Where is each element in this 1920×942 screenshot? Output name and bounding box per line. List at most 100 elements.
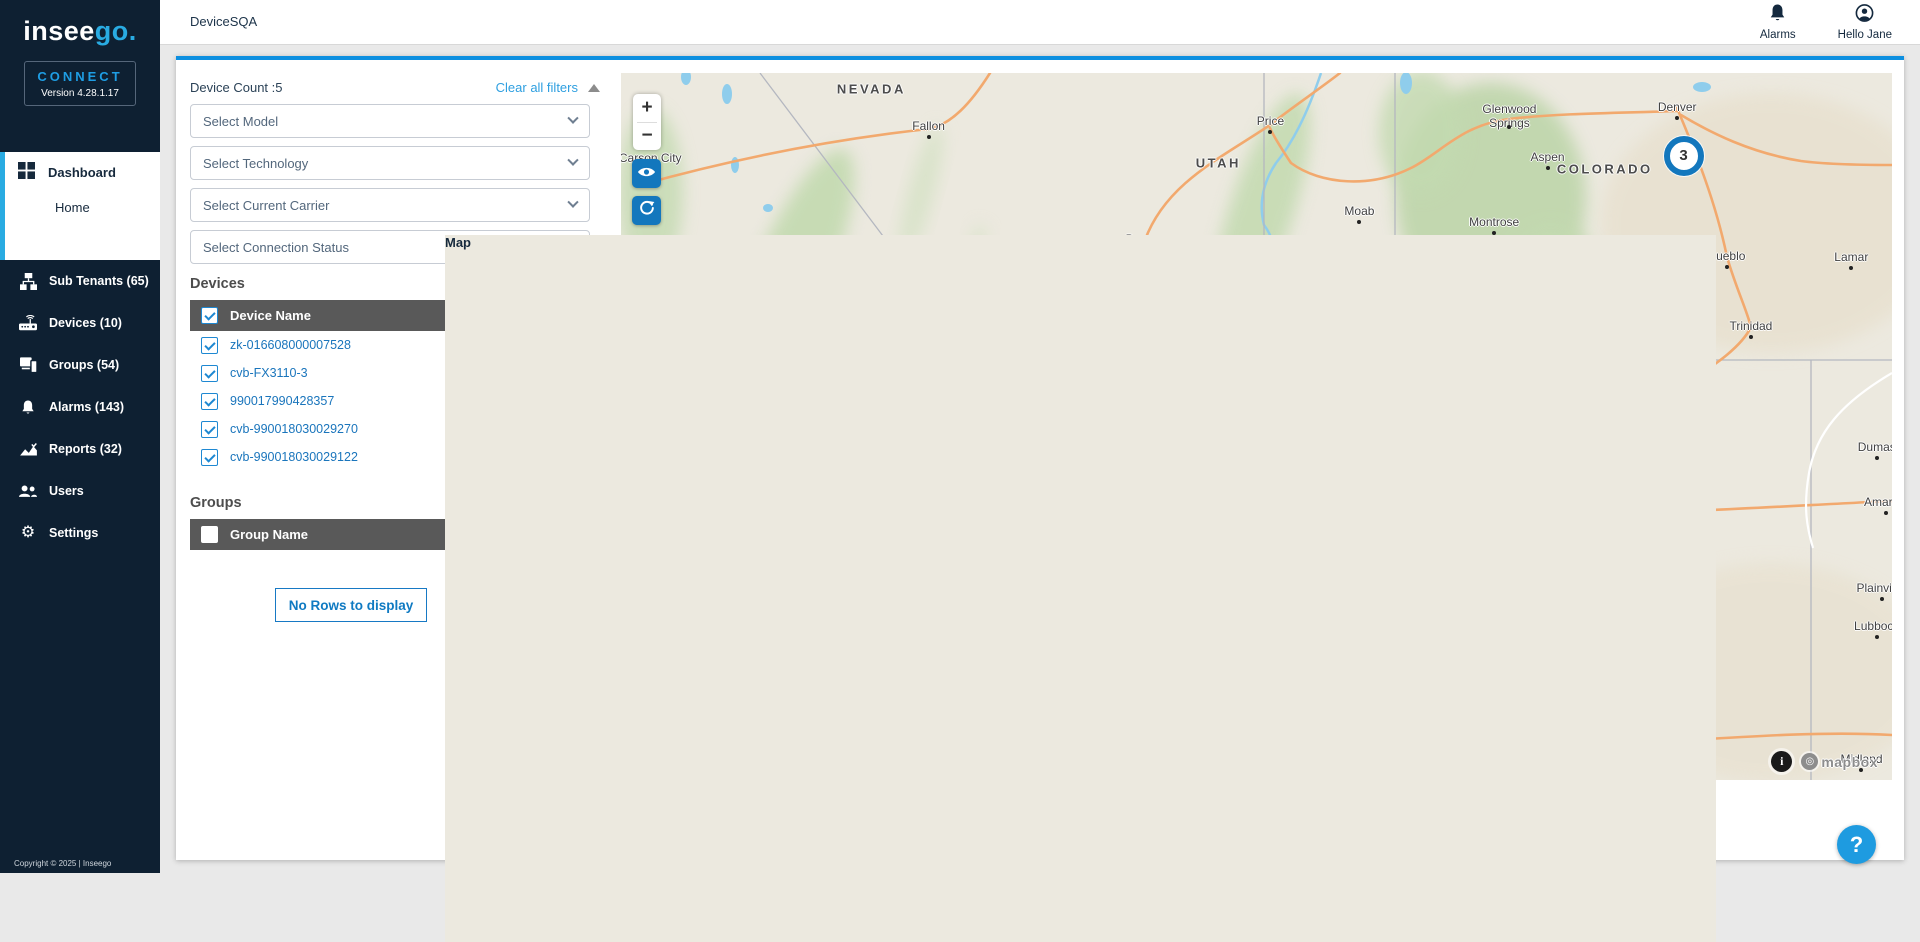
sidebar-item-home[interactable]: Home	[55, 200, 90, 215]
device-count-label: Device Count :5	[190, 80, 283, 95]
alarms-button[interactable]: Alarms	[1760, 4, 1796, 41]
city-dot	[1880, 597, 1884, 601]
sidebar-item-label: Sub Tenants (65)	[49, 274, 149, 288]
chart-icon	[17, 442, 39, 456]
city-dot	[927, 135, 931, 139]
device-checkbox[interactable]	[201, 421, 218, 438]
select-placeholder: Select Model	[203, 114, 278, 129]
device-name-link[interactable]: 990017990428357	[230, 394, 334, 408]
city-label: Trinidad	[1729, 320, 1772, 334]
city-label: Moab	[1344, 205, 1374, 219]
connect-version-badge: CONNECT Version 4.28.1.17	[24, 61, 136, 106]
city-dot	[1725, 265, 1729, 269]
sidebar-item-label: Settings	[49, 526, 98, 540]
sidebar-item-label: Devices (10)	[49, 316, 122, 330]
inseego-logo: inseego.	[0, 16, 160, 47]
sidebar-item-label: Reports (32)	[49, 442, 122, 456]
zoom-out-button[interactable]: −	[633, 122, 661, 150]
city-dot	[1268, 130, 1272, 134]
city-dot	[1849, 266, 1853, 270]
city-dot	[1875, 635, 1879, 639]
city-dot	[1507, 125, 1511, 129]
dashboard-grid-icon	[18, 162, 35, 182]
device-checkbox[interactable]	[201, 393, 218, 410]
sidebar-item-alarms[interactable]: Alarms (143)	[0, 386, 160, 428]
city-label: Lubbock	[1854, 620, 1892, 634]
attribution-info-icon[interactable]: i	[1771, 751, 1792, 772]
city-dot	[1546, 166, 1550, 170]
sidebar-item-devices[interactable]: Devices (10)	[0, 302, 160, 344]
devices-group-icon	[17, 357, 39, 373]
city-dot	[1875, 456, 1879, 460]
no-rows-message: No Rows to display	[275, 588, 427, 622]
city-dot	[1357, 220, 1361, 224]
device-name-link[interactable]: zk-016608000007528	[230, 338, 351, 352]
sidebar-item-sub-tenants[interactable]: Sub Tenants (65)	[0, 260, 160, 302]
top-bar: DeviceSQA Alarms Hello Jane	[160, 0, 1920, 45]
select-model[interactable]: Select Model	[190, 104, 590, 138]
device-name-link[interactable]: cvb-990018030029122	[230, 450, 358, 464]
mapbox-pin-icon: ◎	[1801, 753, 1818, 770]
active-indicator-bar	[0, 152, 5, 260]
device-name-link[interactable]: cvb-FX3110-3	[230, 366, 308, 380]
state-label: COLORADO	[1557, 162, 1653, 177]
refresh-map-button[interactable]	[632, 196, 661, 225]
state-label: UTAH	[1196, 155, 1241, 170]
collapse-filters-icon[interactable]	[588, 84, 600, 92]
select-all-devices-checkbox[interactable]	[201, 307, 218, 324]
city-label: Montrose	[1469, 216, 1519, 230]
help-button[interactable]: ?	[1837, 825, 1876, 864]
map-zoom-control: + −	[633, 94, 661, 150]
select-current-carrier[interactable]: Select Current Carrier	[190, 188, 590, 222]
gear-icon: ⚙	[17, 525, 39, 541]
sidebar-item-users[interactable]: Users	[0, 470, 160, 512]
bell-icon	[1768, 4, 1787, 27]
zoom-in-button[interactable]: +	[633, 94, 661, 122]
city-label: Dumas	[1858, 441, 1892, 455]
user-label: Hello Jane	[1838, 29, 1892, 41]
copyright-text: Copyright © 2025 | Inseego	[14, 859, 111, 868]
sidebar-item-groups[interactable]: Groups (54)	[0, 344, 160, 386]
city-label: Denver	[1658, 101, 1697, 115]
select-placeholder: Select Technology	[203, 156, 308, 171]
sidebar-item-dashboard[interactable]: Dashboard	[18, 162, 116, 182]
sidebar-item-settings[interactable]: ⚙ Settings	[0, 512, 160, 554]
city-dot	[1749, 335, 1753, 339]
alarms-label: Alarms	[1760, 29, 1796, 41]
device-checkbox[interactable]	[201, 365, 218, 382]
card-accent-line	[176, 56, 1904, 60]
sidebar-item-map[interactable]: Map	[445, 235, 1716, 942]
bell-icon	[17, 400, 39, 415]
sidebar-item-reports[interactable]: Reports (32)	[0, 428, 160, 470]
device-name-link[interactable]: cvb-990018030029270	[230, 422, 358, 436]
users-icon	[17, 485, 39, 498]
sidebar: inseego. CONNECT Version 4.28.1.17 Dashb…	[0, 0, 160, 873]
city-label: Price	[1257, 115, 1284, 129]
dashboard-nav-section: Dashboard Home Map	[0, 152, 160, 260]
router-icon	[17, 315, 39, 331]
device-checkbox[interactable]	[201, 449, 218, 466]
toggle-visibility-button[interactable]	[632, 159, 661, 188]
select-technology[interactable]: Select Technology	[190, 146, 590, 180]
version-label: Version 4.28.1.17	[29, 88, 131, 99]
chevron-down-icon	[567, 197, 578, 208]
device-checkbox[interactable]	[201, 337, 218, 354]
user-menu-button[interactable]: Hello Jane	[1838, 4, 1892, 41]
refresh-icon	[639, 200, 655, 221]
sidebar-item-label: Users	[49, 484, 84, 498]
tenant-name: DeviceSQA	[190, 14, 257, 29]
city-label: Amarillo	[1864, 496, 1892, 510]
eye-icon	[637, 165, 656, 183]
dashboard-label: Dashboard	[48, 165, 116, 180]
sidebar-nav: Sub Tenants (65) Devices (10) Groups (54) A…	[0, 260, 160, 554]
state-label: NEVADA	[837, 82, 906, 97]
sidebar-item-label: Alarms (143)	[49, 400, 124, 414]
mapbox-logo[interactable]: ◎ mapbox	[1801, 753, 1878, 770]
connect-label: CONNECT	[29, 69, 131, 84]
clear-all-filters-link[interactable]: Clear all filters	[496, 80, 578, 95]
city-label: Plainview	[1856, 582, 1892, 596]
city-label: Aspen	[1531, 151, 1565, 165]
select-placeholder: Select Connection Status	[203, 240, 349, 255]
marker-cluster[interactable]: 3	[1664, 136, 1704, 176]
select-all-groups-checkbox[interactable]	[201, 526, 218, 543]
